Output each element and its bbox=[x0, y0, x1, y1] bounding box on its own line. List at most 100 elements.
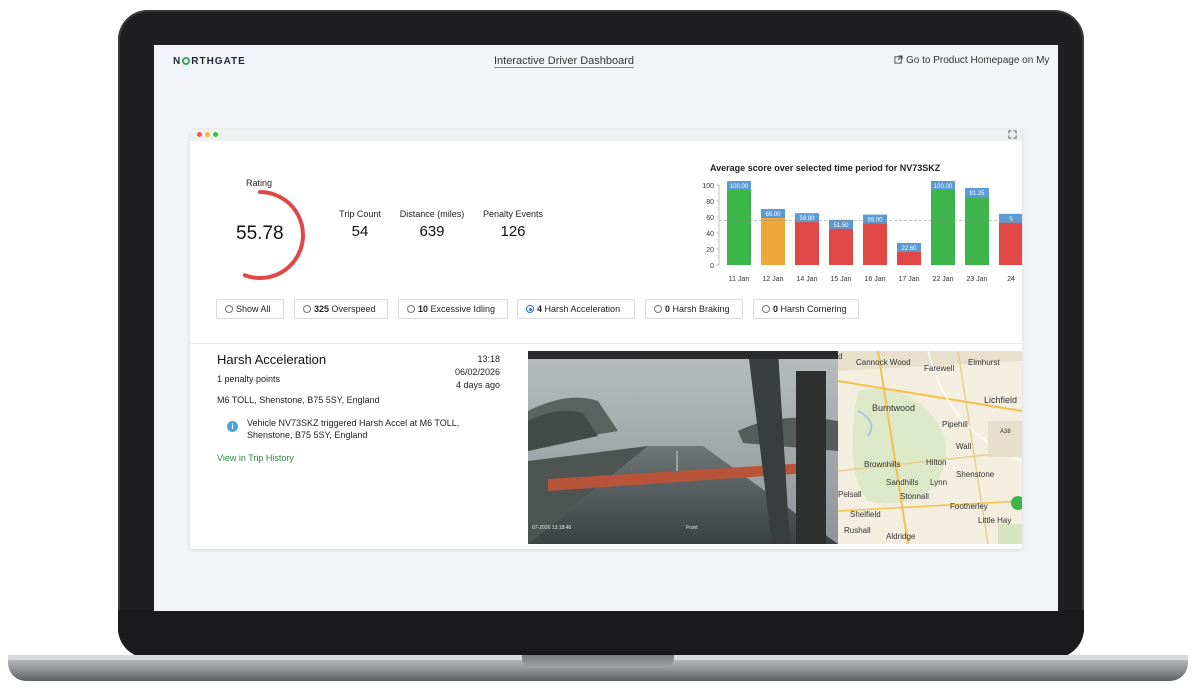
chart-title: Average score over selected time period … bbox=[710, 163, 941, 173]
minimize-dot-icon[interactable] bbox=[205, 132, 210, 137]
bar-data-label: 22.60 bbox=[901, 246, 917, 252]
chart-bar bbox=[795, 217, 819, 265]
filter-count: 4 bbox=[537, 304, 543, 314]
map-place-label: Rushall bbox=[844, 526, 871, 535]
map-place-label: Lynn bbox=[930, 478, 947, 487]
map-place-label: d bbox=[838, 352, 842, 361]
brand-text-left: N bbox=[173, 56, 182, 67]
radio-icon bbox=[407, 305, 415, 313]
filter-label: Show All bbox=[236, 304, 271, 314]
map-place-label: Wall bbox=[956, 442, 971, 451]
laptop-chin bbox=[118, 610, 1084, 658]
radio-selected-icon bbox=[526, 305, 534, 313]
homepage-link[interactable]: Go to Product Homepage on My bbox=[894, 55, 1049, 66]
x-tick-label: 24 bbox=[1007, 276, 1015, 283]
stat-value: 639 bbox=[419, 223, 445, 240]
event-relative-time: 4 days ago bbox=[455, 380, 500, 390]
brand-logo[interactable]: N RTHGATE bbox=[173, 56, 246, 67]
event-location: M6 TOLL, Shenstone, B75 5SY, England bbox=[217, 395, 380, 405]
section-divider bbox=[190, 343, 1022, 344]
location-map[interactable]: Cannock Wood Farewell Elmhurst Burntwood Lic… bbox=[838, 351, 1022, 544]
map-canvas: Cannock Wood Farewell Elmhurst Burntwood Lic… bbox=[838, 351, 1022, 544]
filter-count: 325 bbox=[314, 304, 330, 314]
y-tick-label: 80 bbox=[706, 199, 714, 206]
y-tick-label: 40 bbox=[706, 231, 714, 238]
bar-data-label: 100.00 bbox=[730, 184, 749, 190]
filter-label: Excessive Idling bbox=[430, 304, 496, 314]
filter-show-all[interactable]: Show All bbox=[216, 299, 284, 319]
rating-value: 55.78 bbox=[236, 223, 284, 244]
chart-bar bbox=[863, 218, 887, 265]
event-date: 06/02/2026 bbox=[454, 367, 500, 377]
event-title: Harsh Acceleration bbox=[217, 352, 327, 367]
map-place-label: Lichfield bbox=[984, 395, 1017, 405]
event-timestamp: 13:18 06/02/2026 4 days ago bbox=[410, 353, 500, 392]
map-place-label: Farewell bbox=[924, 364, 954, 373]
radio-icon bbox=[654, 305, 662, 313]
filter-excessive-idling[interactable]: 10 Excessive Idling bbox=[398, 299, 508, 319]
stat-penalty-events: Penalty Events 126 bbox=[480, 209, 546, 240]
x-tick-label: 15 Jan bbox=[830, 276, 851, 283]
x-tick-label: 22 Jan bbox=[932, 276, 953, 283]
bar-data-label: 59.80 bbox=[799, 216, 815, 222]
map-place-label: Pelsall bbox=[838, 490, 862, 499]
bar-data-label: 65.00 bbox=[765, 212, 781, 218]
dashcam-video[interactable]: 07-2026 13:18:46 Front bbox=[528, 351, 838, 544]
bar-data-label: 91.25 bbox=[969, 191, 985, 197]
stat-label: Distance (miles) bbox=[399, 209, 465, 219]
bar-data-label: 100.00 bbox=[934, 184, 953, 190]
map-place-label: Pipehill bbox=[942, 420, 968, 429]
chart-bar bbox=[965, 192, 989, 265]
x-tick-label: 23 Jan bbox=[966, 276, 987, 283]
brand-text-right: RTHGATE bbox=[191, 56, 246, 67]
homepage-link-label: Go to Product Homepage on My bbox=[906, 55, 1050, 66]
map-place-label: Brownhills bbox=[864, 460, 900, 469]
map-place-label: Sandhills bbox=[886, 478, 918, 487]
event-time: 13:18 bbox=[477, 354, 500, 364]
map-place-label: Elmhurst bbox=[968, 358, 1000, 367]
maximize-dot-icon[interactable] bbox=[213, 132, 218, 137]
map-place-label: Shenstone bbox=[956, 470, 995, 479]
y-tick-label: 20 bbox=[706, 247, 714, 254]
map-place-label: Footherley bbox=[950, 502, 988, 511]
filter-harsh-braking[interactable]: 0 Harsh Braking bbox=[645, 299, 743, 319]
filter-harsh-cornering[interactable]: 0 Harsh Cornering bbox=[753, 299, 859, 319]
radio-icon bbox=[303, 305, 311, 313]
stat-value: 126 bbox=[500, 223, 526, 240]
fullscreen-icon[interactable] bbox=[1008, 130, 1017, 139]
map-place-label: Little Hay bbox=[978, 516, 1011, 525]
filter-harsh-acceleration[interactable]: 4 Harsh Acceleration bbox=[517, 299, 635, 319]
x-tick-label: 16 Jan bbox=[864, 276, 885, 283]
y-tick-label: 60 bbox=[706, 215, 714, 222]
y-tick-label: 100 bbox=[702, 183, 714, 190]
chart-bar bbox=[727, 185, 751, 265]
chart-bar bbox=[761, 213, 785, 265]
map-place-label: Burntwood bbox=[872, 403, 915, 413]
map-place-label: A38 bbox=[1000, 429, 1011, 435]
stat-label: Trip Count bbox=[339, 209, 381, 219]
score-bar-chart[interactable]: 100 80 60 40 20 0 100.00 11 Jan 65.00 12 Jan 59.80… bbox=[700, 179, 1022, 289]
video-timestamp: 07-2026 13:18:46 bbox=[532, 525, 571, 531]
screen: N RTHGATE Interactive Driver Dashboard Go… bbox=[154, 45, 1058, 611]
stat-label: Penalty Events bbox=[482, 209, 544, 219]
map-place-label: Cannock Wood bbox=[856, 358, 911, 367]
x-tick-label: 14 Jan bbox=[796, 276, 817, 283]
filter-overspeed[interactable]: 325 Overspeed bbox=[294, 299, 388, 319]
brand-o-icon bbox=[182, 57, 191, 65]
radio-icon bbox=[225, 305, 233, 313]
stat-trip-count: Trip Count 54 bbox=[336, 209, 384, 240]
stat-distance: Distance (miles) 639 bbox=[396, 209, 468, 240]
bar-data-label: 51.50 bbox=[833, 223, 849, 229]
x-tick-label: 12 Jan bbox=[762, 276, 783, 283]
card-window-bar bbox=[190, 129, 1022, 141]
dashcam-frame: 07-2026 13:18:46 Front bbox=[528, 351, 838, 544]
stat-value: 54 bbox=[351, 223, 369, 240]
view-trip-history-link[interactable]: View in Trip History bbox=[217, 453, 294, 463]
map-place-label: Shelfield bbox=[850, 510, 881, 519]
filter-label: Overspeed bbox=[331, 304, 376, 314]
dashboard-card: Rating 55.78 Trip Count 54 Distance (mil… bbox=[190, 129, 1022, 549]
close-dot-icon[interactable] bbox=[197, 132, 202, 137]
event-description: Vehicle NV73SKZ triggered Harsh Accel at… bbox=[247, 418, 460, 440]
event-filter-bar: Show All 325 Overspeed 10 Excessive Idli… bbox=[216, 299, 876, 321]
filter-label: Harsh Acceleration bbox=[544, 304, 621, 314]
